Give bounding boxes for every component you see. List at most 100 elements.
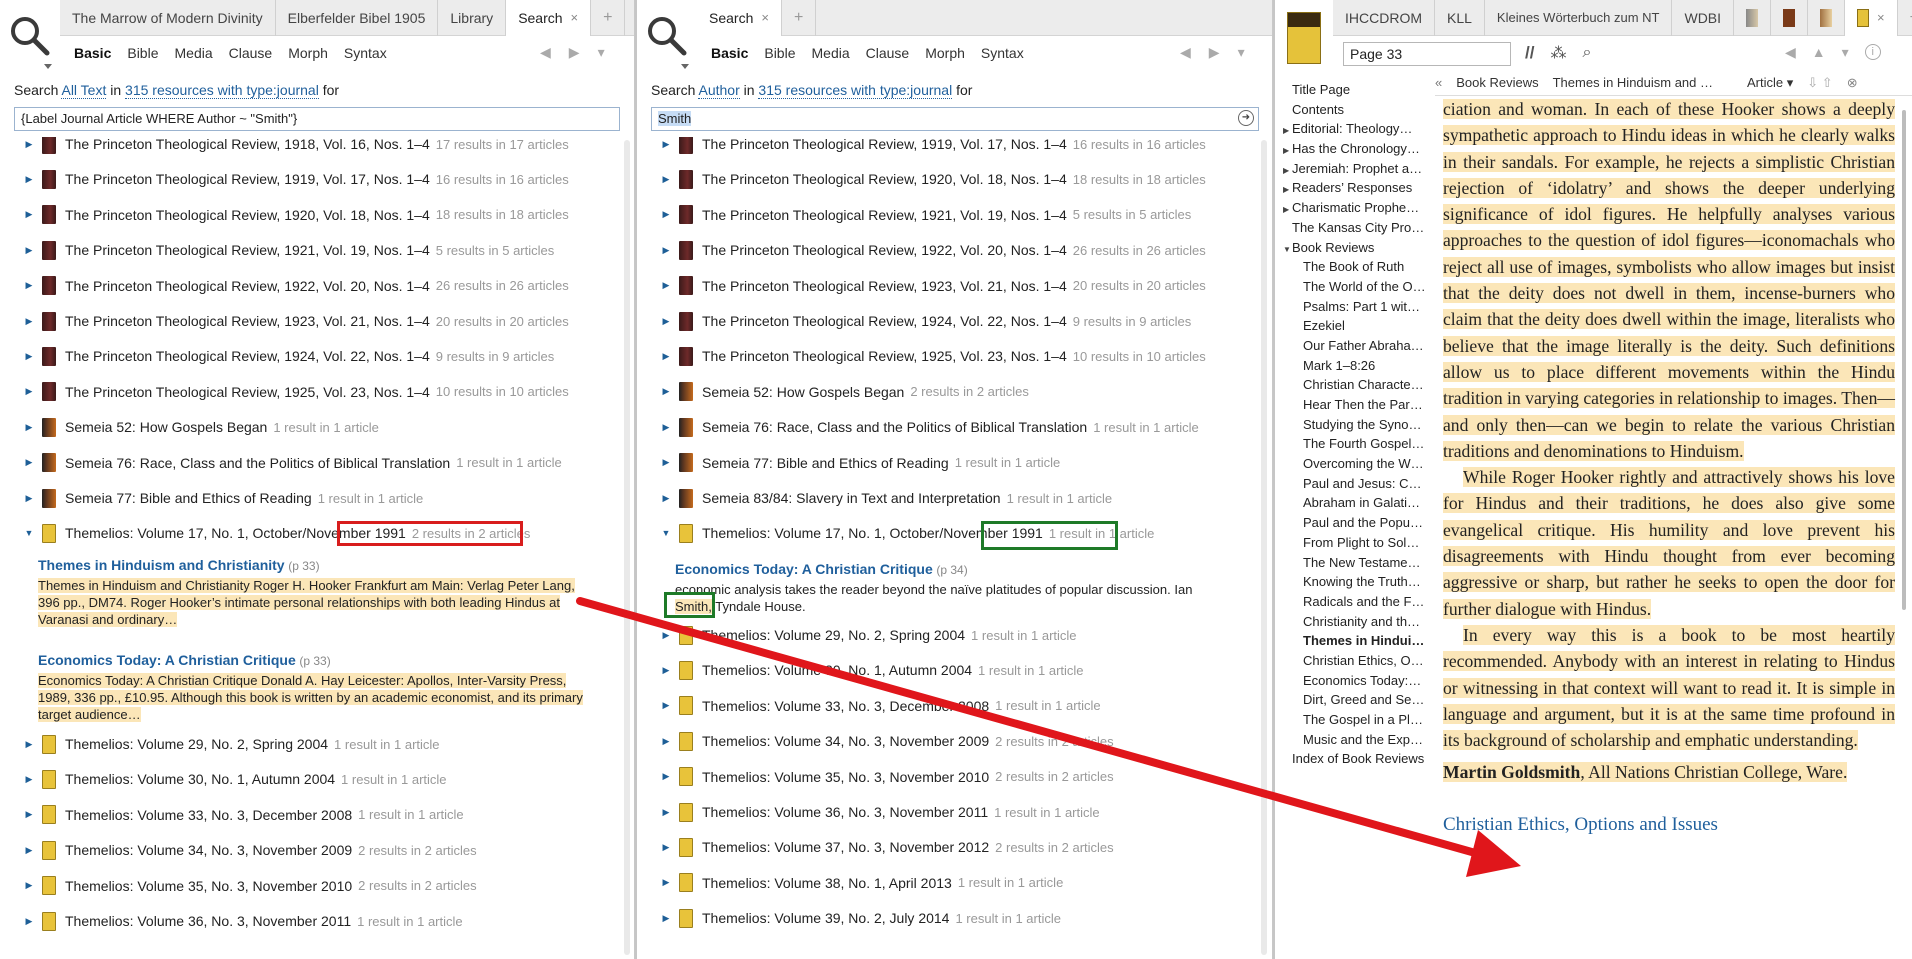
result-row[interactable]: ▶ The Princeton Theological Review, 1921,… xyxy=(22,240,554,260)
collapsed-triangle-icon[interactable]: ▶ xyxy=(659,316,673,327)
resource-cover-icon[interactable] xyxy=(1287,12,1321,64)
kind-basic[interactable]: Basic xyxy=(66,45,119,61)
collapsed-triangle-icon[interactable]: ▶ xyxy=(22,809,36,820)
result-row[interactable]: ▶ Semeia 52: How Gospels Began 2 results i… xyxy=(659,382,1029,402)
toc-item[interactable]: Radicals and the F… xyxy=(1283,592,1431,612)
toc-item[interactable]: Dirt, Greed and Se… xyxy=(1283,690,1431,710)
close-icon[interactable]: × xyxy=(1877,0,1885,36)
toc-toggle-icon[interactable]: ▶ xyxy=(1283,121,1292,139)
collapsed-triangle-icon[interactable]: ▶ xyxy=(659,280,673,291)
close-icon[interactable]: × xyxy=(571,0,579,36)
toc-item[interactable]: From Plight to Sol… xyxy=(1283,533,1431,553)
collapsed-triangle-icon[interactable]: ▶ xyxy=(22,316,36,327)
collapsed-triangle-icon[interactable]: ▶ xyxy=(659,139,673,150)
toc-item[interactable]: Studying the Syno… xyxy=(1283,415,1431,435)
collapsed-triangle-icon[interactable]: ▶ xyxy=(659,771,673,782)
collapsed-triangle-icon[interactable]: ▶ xyxy=(659,700,673,711)
article-hit[interactable]: Themes in Hinduism and Christianity (p 3… xyxy=(38,557,598,628)
result-row[interactable]: ▶ Semeia 76: Race, Class and the Politics… xyxy=(22,453,562,473)
tab-wdbi[interactable]: WDBI xyxy=(1672,0,1735,36)
result-row[interactable]: ▶ Semeia 52: How Gospels Began 1 result in… xyxy=(22,417,379,437)
result-row[interactable]: ▶ The Princeton Theological Review, 1925,… xyxy=(22,382,569,402)
article-title-link[interactable]: Economics Today: A Christian Critique xyxy=(675,561,933,577)
resource-selector[interactable]: 315 resources with type:journal xyxy=(758,82,953,99)
tab-ihccdrom[interactable]: IHCCDROM xyxy=(1333,0,1435,36)
kind-bible[interactable]: Bible xyxy=(119,45,166,61)
parallel-icon[interactable]: // xyxy=(1525,43,1534,63)
add-tab-button[interactable]: + xyxy=(1898,0,1912,36)
tab-library[interactable]: Library xyxy=(438,0,507,36)
search-icon[interactable] xyxy=(645,14,689,70)
collapsed-triangle-icon[interactable]: ▶ xyxy=(659,736,673,747)
kind-clause[interactable]: Clause xyxy=(858,45,918,61)
collapsed-triangle-icon[interactable]: ▶ xyxy=(659,386,673,397)
result-row[interactable]: ▶ Themelios: Volume 34, No. 3, November 2… xyxy=(659,731,1114,751)
result-row[interactable]: ▶ The Princeton Theological Review, 1923,… xyxy=(659,276,1206,296)
back-arrow-icon[interactable]: ◀ xyxy=(540,44,551,61)
kind-morph[interactable]: Morph xyxy=(917,45,973,61)
toc-toggle-icon[interactable]: ▶ xyxy=(1283,200,1292,218)
result-row[interactable]: ▶ Themelios: Volume 33, No. 3, December 2… xyxy=(22,805,464,825)
collapsed-triangle-icon[interactable]: ▶ xyxy=(22,739,36,750)
toc-item[interactable]: Abraham in Galati… xyxy=(1283,493,1431,513)
collapsed-triangle-icon[interactable]: ▶ xyxy=(22,280,36,291)
result-row[interactable]: ▶ Themelios: Volume 36, No. 3, November 2… xyxy=(659,802,1100,822)
result-row[interactable]: ▶ The Princeton Theological Review, 1920,… xyxy=(659,169,1206,189)
collapsed-triangle-icon[interactable]: ▶ xyxy=(22,386,36,397)
toc-item[interactable]: Ezekiel xyxy=(1283,316,1431,336)
result-row[interactable]: ▶ Themelios: Volume 29, No. 2, Spring 200… xyxy=(659,625,1077,645)
kind-media[interactable]: Media xyxy=(804,45,858,61)
forward-arrow-icon[interactable]: ▶ xyxy=(569,44,580,61)
toc-item[interactable]: ▶ Jeremiah: Prophet a… xyxy=(1283,159,1431,179)
add-tab-button[interactable]: + xyxy=(782,0,817,36)
collapsed-triangle-icon[interactable]: ▶ xyxy=(659,493,673,504)
toc-item[interactable]: Christianity and th… xyxy=(1283,612,1431,632)
toc-item[interactable]: Contents xyxy=(1283,100,1431,120)
collapsed-triangle-icon[interactable]: ▶ xyxy=(659,842,673,853)
toc-item[interactable]: ▼Book Reviews xyxy=(1283,238,1431,258)
tab-marrow[interactable]: The Marrow of Modern Divinity xyxy=(60,0,276,36)
kind-basic[interactable]: Basic xyxy=(703,45,756,61)
chevron-down-icon[interactable]: ▾ xyxy=(1238,44,1245,61)
toc-item[interactable]: Our Father Abraha… xyxy=(1283,336,1431,356)
collapsed-triangle-icon[interactable]: ▶ xyxy=(659,422,673,433)
collapsed-triangle-icon[interactable]: ▶ xyxy=(659,245,673,256)
toc-item[interactable]: The Kansas City Pro… xyxy=(1283,218,1431,238)
collapsed-triangle-icon[interactable]: ▶ xyxy=(659,174,673,185)
result-row[interactable]: ▶ Themelios: Volume 35, No. 3, November 2… xyxy=(22,876,477,896)
toc-toggle-icon[interactable]: ▶ xyxy=(1283,161,1292,179)
collapsed-triangle-icon[interactable]: ▶ xyxy=(659,457,673,468)
toc-item[interactable]: ▶ Charismatic Prophe… xyxy=(1283,198,1431,218)
collapsed-triangle-icon[interactable]: ▶ xyxy=(22,493,36,504)
scrollbar[interactable] xyxy=(624,140,630,955)
tab-elberfelder[interactable]: Elberfelder Bibel 1905 xyxy=(276,0,439,36)
info-icon[interactable]: i xyxy=(1864,44,1881,60)
tab-kleines-woerterbuch[interactable]: Kleines Wörterbuch zum NT xyxy=(1485,0,1673,36)
search-input[interactable]: {Label Journal Article WHERE Author ~ "S… xyxy=(14,107,620,131)
scrollbar[interactable] xyxy=(1261,140,1267,955)
toc-toggle-icon[interactable]: ▶ xyxy=(1283,141,1292,159)
search-icon[interactable]: ⌕ xyxy=(1582,44,1591,62)
expanded-triangle-icon[interactable]: ▼ xyxy=(659,528,673,538)
toc-item[interactable]: The New Testame… xyxy=(1283,553,1431,573)
result-row[interactable]: ▶ The Princeton Theological Review, 1922,… xyxy=(659,240,1206,260)
collapsed-triangle-icon[interactable]: ▶ xyxy=(659,913,673,924)
result-row[interactable]: ▶ The Princeton Theological Review, 1920,… xyxy=(22,205,569,225)
tab-resource-c[interactable] xyxy=(1808,0,1846,36)
tab-resource-b[interactable] xyxy=(1771,0,1809,36)
scope-selector[interactable]: Author xyxy=(698,82,740,99)
result-row[interactable]: ▶ The Princeton Theological Review, 1921,… xyxy=(659,205,1191,225)
toc-item[interactable]: Themes in Hindui… xyxy=(1283,631,1431,651)
result-row[interactable]: ▶ Themelios: Volume 39, No. 2, July 2014 1… xyxy=(659,908,1061,928)
toc-item[interactable]: Overcoming the W… xyxy=(1283,454,1431,474)
kind-syntax[interactable]: Syntax xyxy=(336,45,395,61)
kind-media[interactable]: Media xyxy=(167,45,221,61)
result-row[interactable]: ▶ Themelios: Volume 36, No. 3, November 2… xyxy=(22,911,463,931)
result-row[interactable]: ▶ The Princeton Theological Review, 1922,… xyxy=(22,276,569,296)
toc-item[interactable]: Title Page xyxy=(1283,80,1431,100)
down-arrow-icon[interactable]: ⇩ ⇧ xyxy=(1807,75,1832,91)
result-row[interactable]: ▶ Semeia 76: Race, Class and the Politics… xyxy=(659,417,1199,437)
page-input[interactable]: Page 33 xyxy=(1343,42,1511,66)
collapsed-triangle-icon[interactable]: ▶ xyxy=(659,630,673,641)
article-title-link[interactable]: Themes in Hinduism and Christianity xyxy=(38,557,285,573)
